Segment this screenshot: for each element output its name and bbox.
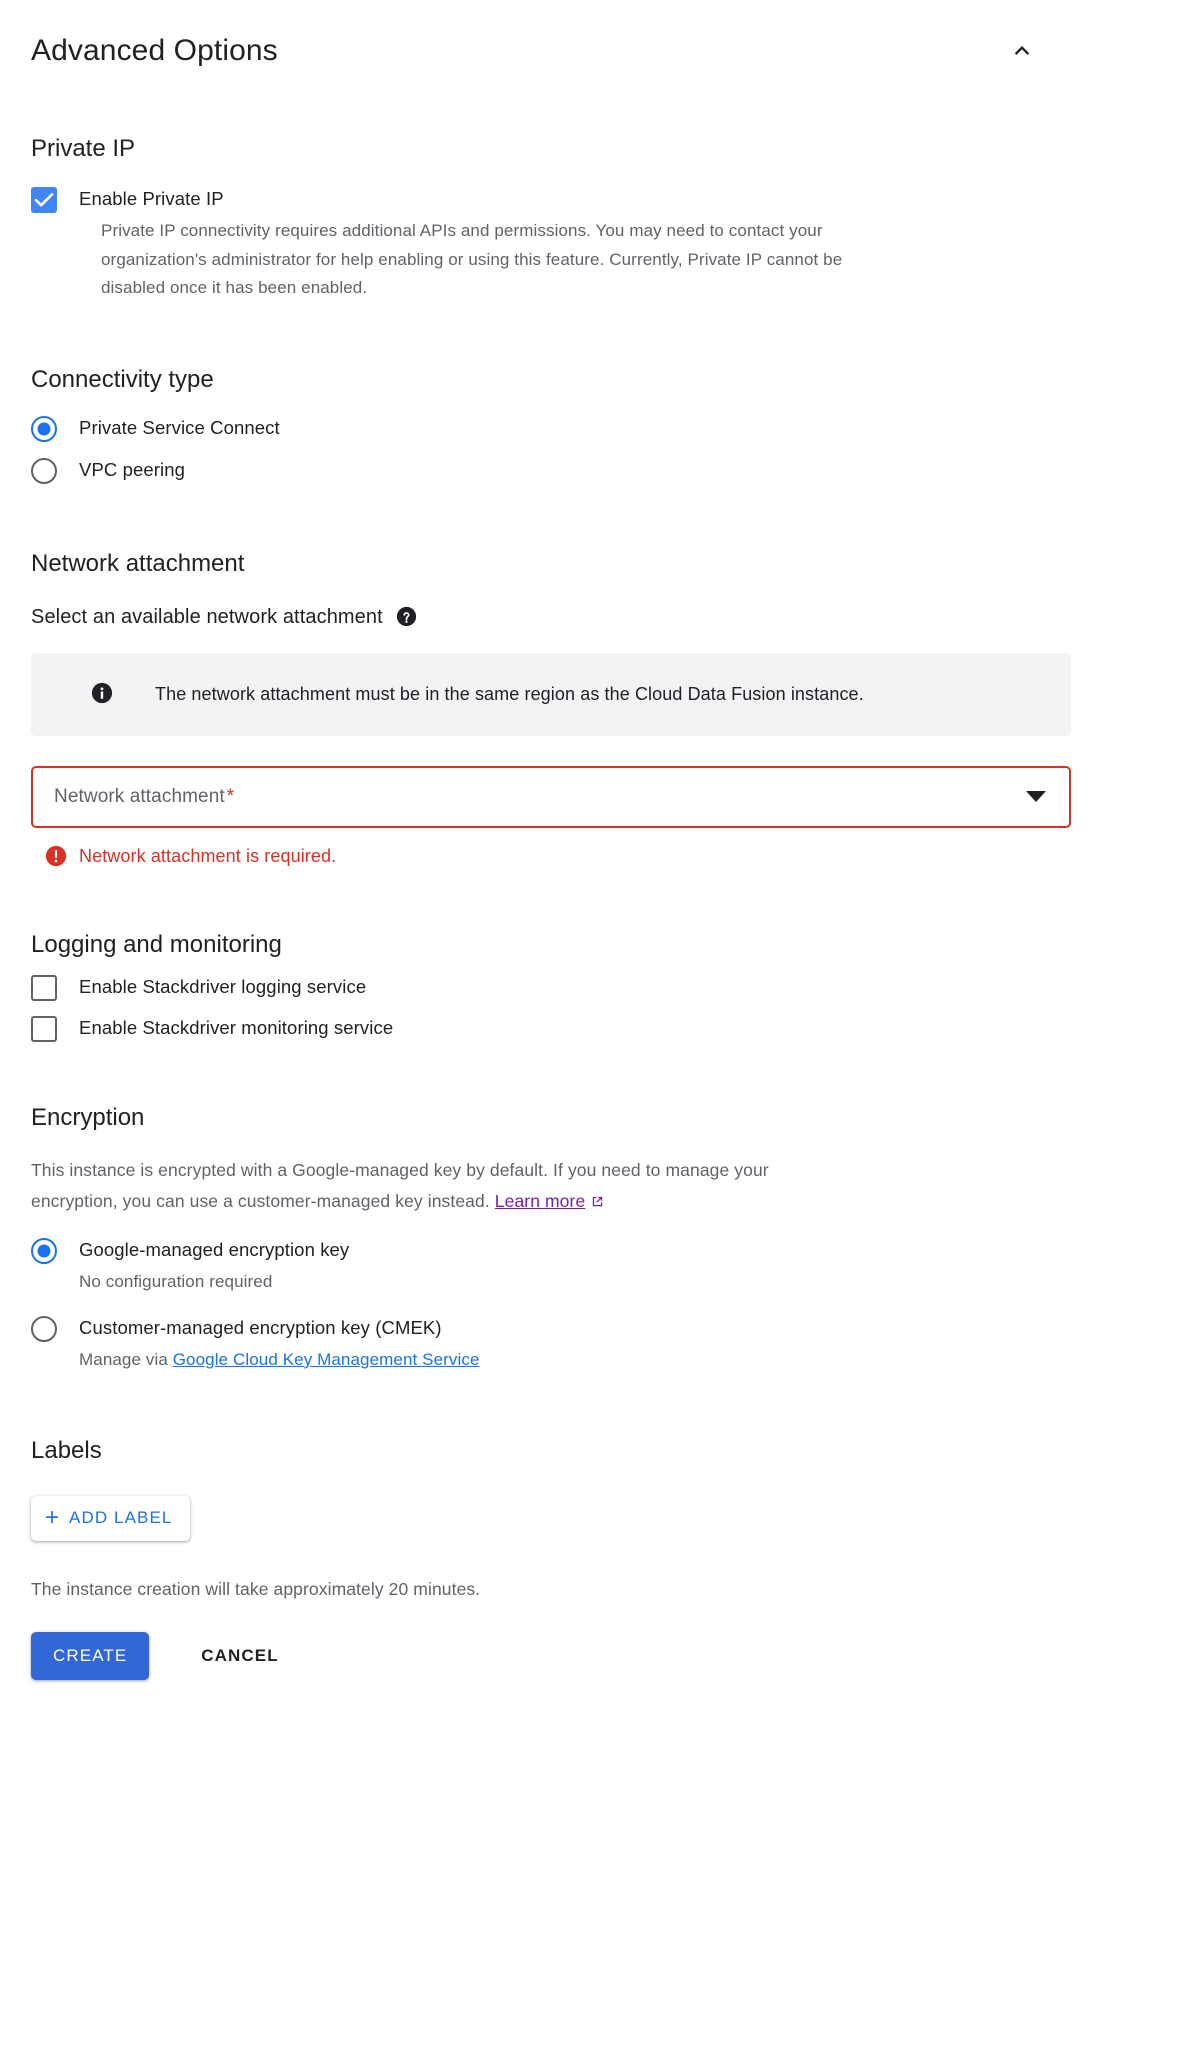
plus-icon: + — [45, 1504, 60, 1531]
section-heading-labels: Labels — [31, 1436, 102, 1464]
encryption-option-google-managed[interactable]: Google-managed encryption key No configu… — [31, 1237, 1154, 1295]
create-button[interactable]: CREATE — [31, 1631, 150, 1680]
network-attachment-select-placeholder: Network attachment — [54, 785, 225, 807]
network-attachment-info-text: The network attachment must be in the sa… — [155, 683, 864, 704]
encryption-option-sub: Manage via Google Cloud Key Management S… — [79, 1347, 480, 1373]
cancel-button[interactable]: CANCEL — [189, 1632, 290, 1680]
connectivity-option-label: Private Service Connect — [79, 416, 280, 438]
connectivity-option-label: VPC peering — [79, 458, 185, 480]
advanced-options-header: Advanced Options — [31, 28, 1154, 74]
enable-private-ip-label: Enable Private IP — [79, 188, 224, 209]
section-heading-connectivity-type: Connectivity type — [31, 365, 214, 393]
encryption-learn-more-link[interactable]: Learn more — [495, 1191, 586, 1211]
encryption-description: This instance is encrypted with a Google… — [31, 1155, 821, 1217]
enable-stackdriver-monitoring-label: Enable Stackdriver monitoring service — [79, 1016, 394, 1038]
instance-creation-note: The instance creation will take approxim… — [31, 1578, 481, 1599]
section-heading-logging-and-monitoring: Logging and monitoring — [31, 930, 282, 958]
radio-customer-managed-encryption-key[interactable] — [31, 1315, 57, 1342]
network-attachment-info-banner: The network attachment must be in the sa… — [31, 652, 1071, 736]
enable-private-ip-checkbox[interactable] — [31, 187, 57, 213]
network-attachment-error: Network attachment is required. — [45, 845, 1154, 867]
enable-stackdriver-logging-row[interactable]: Enable Stackdriver logging service — [31, 974, 1154, 1001]
collapse-section-button[interactable] — [1005, 34, 1039, 68]
chevron-up-icon — [1010, 38, 1034, 65]
connectivity-option-vpc-peering[interactable]: VPC peering — [31, 457, 1154, 484]
kms-link[interactable]: Google Cloud Key Management Service — [173, 1350, 480, 1369]
advanced-options-page: Advanced Options Private IP Enable Priva… — [0, 0, 1185, 2057]
enable-stackdriver-monitoring-checkbox[interactable] — [31, 1015, 57, 1042]
network-attachment-select[interactable]: Network attachment * — [31, 765, 1071, 828]
radio-vpc-peering[interactable] — [31, 457, 57, 484]
network-attachment-subtitle: Select an available network attachment — [31, 605, 383, 628]
caret-down-icon[interactable] — [1026, 791, 1046, 802]
section-heading-encryption: Encryption — [31, 1103, 145, 1131]
cmek-sub-prefix: Manage via — [79, 1349, 173, 1369]
required-marker: * — [226, 785, 235, 807]
enable-stackdriver-logging-label: Enable Stackdriver logging service — [79, 975, 367, 997]
encryption-option-label: Customer-managed encryption key (CMEK) — [79, 1316, 442, 1338]
enable-stackdriver-logging-checkbox[interactable] — [31, 974, 57, 1001]
encryption-option-cmek[interactable]: Customer-managed encryption key (CMEK) M… — [31, 1315, 1154, 1373]
private-ip-description: Private IP connectivity requires additio… — [101, 221, 843, 297]
section-heading-network-attachment: Network attachment — [31, 549, 245, 577]
network-attachment-error-text: Network attachment is required. — [79, 845, 337, 866]
enable-private-ip-row[interactable]: Enable Private IP — [31, 186, 1154, 213]
help-circle-icon[interactable] — [396, 606, 417, 627]
radio-private-service-connect[interactable] — [31, 415, 57, 442]
encryption-option-label: Google-managed encryption key — [79, 1238, 350, 1260]
error-circle-icon — [45, 845, 67, 867]
add-label-button[interactable]: + ADD LABEL — [31, 1495, 191, 1541]
encryption-description-text: This instance is encrypted with a Google… — [31, 1159, 769, 1211]
external-link-icon[interactable] — [590, 1188, 605, 1206]
page-title: Advanced Options — [31, 34, 278, 67]
network-attachment-subtitle-row: Select an available network attachment — [31, 604, 1154, 630]
section-heading-private-ip: Private IP — [31, 135, 136, 162]
connectivity-option-private-service-connect[interactable]: Private Service Connect — [31, 415, 1154, 442]
form-actions: CREATE CANCEL — [31, 1631, 1154, 1730]
radio-google-managed-encryption-key[interactable] — [31, 1237, 57, 1264]
enable-stackdriver-monitoring-row[interactable]: Enable Stackdriver monitoring service — [31, 1015, 1154, 1042]
encryption-option-sub: No configuration required — [79, 1271, 273, 1291]
info-circle-icon — [91, 682, 113, 704]
add-label-button-text: ADD LABEL — [69, 1508, 173, 1527]
page-content: Advanced Options Private IP Enable Priva… — [0, 0, 1185, 1730]
